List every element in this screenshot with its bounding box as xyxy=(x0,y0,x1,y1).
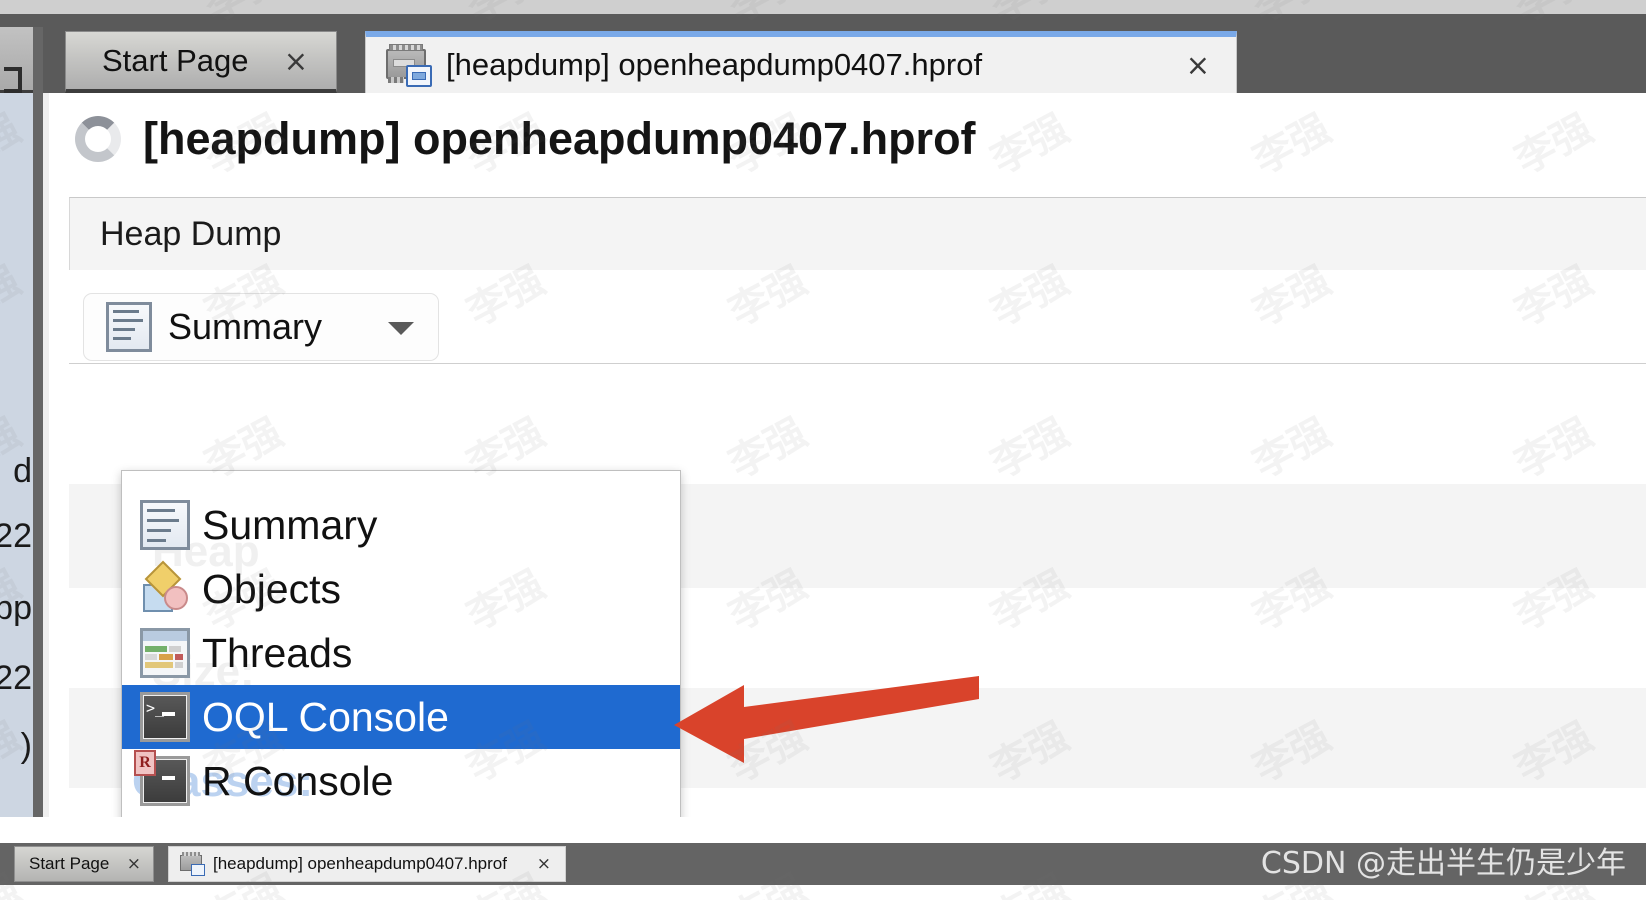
loading-spinner-icon xyxy=(75,116,121,162)
left-panel-text-fragments: d 22 pp 22 ) xyxy=(0,27,33,817)
menu-item-label: OQL Console xyxy=(202,693,449,740)
r-console-icon: R xyxy=(134,750,190,806)
window-dark-divider xyxy=(0,14,1646,27)
editor-tab-bar: Start Page × [heapdump] openheapdump0407… xyxy=(43,27,1646,93)
heapdump-ram-icon xyxy=(179,852,205,876)
menu-item-label: Threads xyxy=(202,629,353,676)
left-fragment: d xyxy=(13,452,32,490)
csdn-watermark: CSDN @走出半生仍是少年 xyxy=(1260,846,1626,881)
left-panel-divider xyxy=(33,27,43,817)
menu-item-oql-console[interactable]: >_ OQL Console xyxy=(122,685,680,749)
menu-item-list: Summary Objects Threads >_ OQL Console R… xyxy=(122,493,680,813)
page-title: [heapdump] openheapdump0407.hprof xyxy=(75,113,976,165)
summary-document-icon xyxy=(106,302,152,352)
oql-console-icon: >_ xyxy=(140,692,190,742)
heapdump-content-area: Classloaders: [heapdump] openheapdump040… xyxy=(49,93,1646,817)
status-tab-heapdump[interactable]: [heapdump] openheapdump0407.hprof × xyxy=(168,846,566,882)
chevron-down-icon[interactable] xyxy=(388,322,414,335)
menu-item-threads[interactable]: Threads xyxy=(122,621,680,685)
close-icon[interactable]: × xyxy=(537,854,551,874)
menu-item-objects[interactable]: Objects xyxy=(122,557,680,621)
red-left-arrow-annotation xyxy=(674,676,979,763)
view-selector-dropdown-menu[interactable]: Heap Size: Classes: Instances: Summary xyxy=(121,470,681,817)
tab-heapdump-label: [heapdump] openheapdump0407.hprof xyxy=(446,47,983,82)
objects-shapes-icon xyxy=(140,560,190,614)
page-bottom-fill xyxy=(0,885,1646,900)
left-fragment: 22 xyxy=(0,659,32,697)
menu-item-label: Objects xyxy=(202,565,341,612)
status-tab-label: [heapdump] openheapdump0407.hprof xyxy=(213,854,507,873)
menu-item-r-console[interactable]: R R Console xyxy=(122,749,680,813)
page-title-text: [heapdump] openheapdump0407.hprof xyxy=(143,113,976,164)
left-fragment: ) xyxy=(20,727,32,765)
left-fragment: 22 xyxy=(0,517,32,555)
close-icon[interactable]: × xyxy=(1186,48,1210,82)
close-icon[interactable]: × xyxy=(284,44,308,78)
close-icon[interactable]: × xyxy=(127,854,141,874)
summary-document-icon xyxy=(140,500,190,550)
threads-table-icon xyxy=(140,628,190,678)
status-tab-start-page[interactable]: Start Page × xyxy=(14,846,154,882)
status-tab-label: Start Page xyxy=(29,854,110,873)
heap-dump-section-label: Heap Dump xyxy=(100,214,282,253)
menu-item-label: Summary xyxy=(202,501,378,548)
table-row xyxy=(69,364,1646,484)
tab-heapdump[interactable]: [heapdump] openheapdump0407.hprof × xyxy=(365,31,1237,93)
menu-item-label: R Console xyxy=(202,757,394,804)
tab-start-page-label: Start Page xyxy=(102,42,249,78)
tab-start-page[interactable]: Start Page × xyxy=(65,31,337,93)
view-selector-combobox[interactable]: Summary xyxy=(83,293,439,361)
view-selector-value: Summary xyxy=(168,306,323,347)
application-window: d 22 pp 22 ) Start Page × [heapdump] ope… xyxy=(0,0,1646,900)
heapdump-ram-icon xyxy=(384,43,432,87)
menu-item-summary[interactable]: Summary xyxy=(122,493,680,557)
heap-dump-section-header: Heap Dump xyxy=(69,197,1646,270)
window-top-strip xyxy=(0,0,1646,14)
left-fragment: pp xyxy=(0,589,32,627)
